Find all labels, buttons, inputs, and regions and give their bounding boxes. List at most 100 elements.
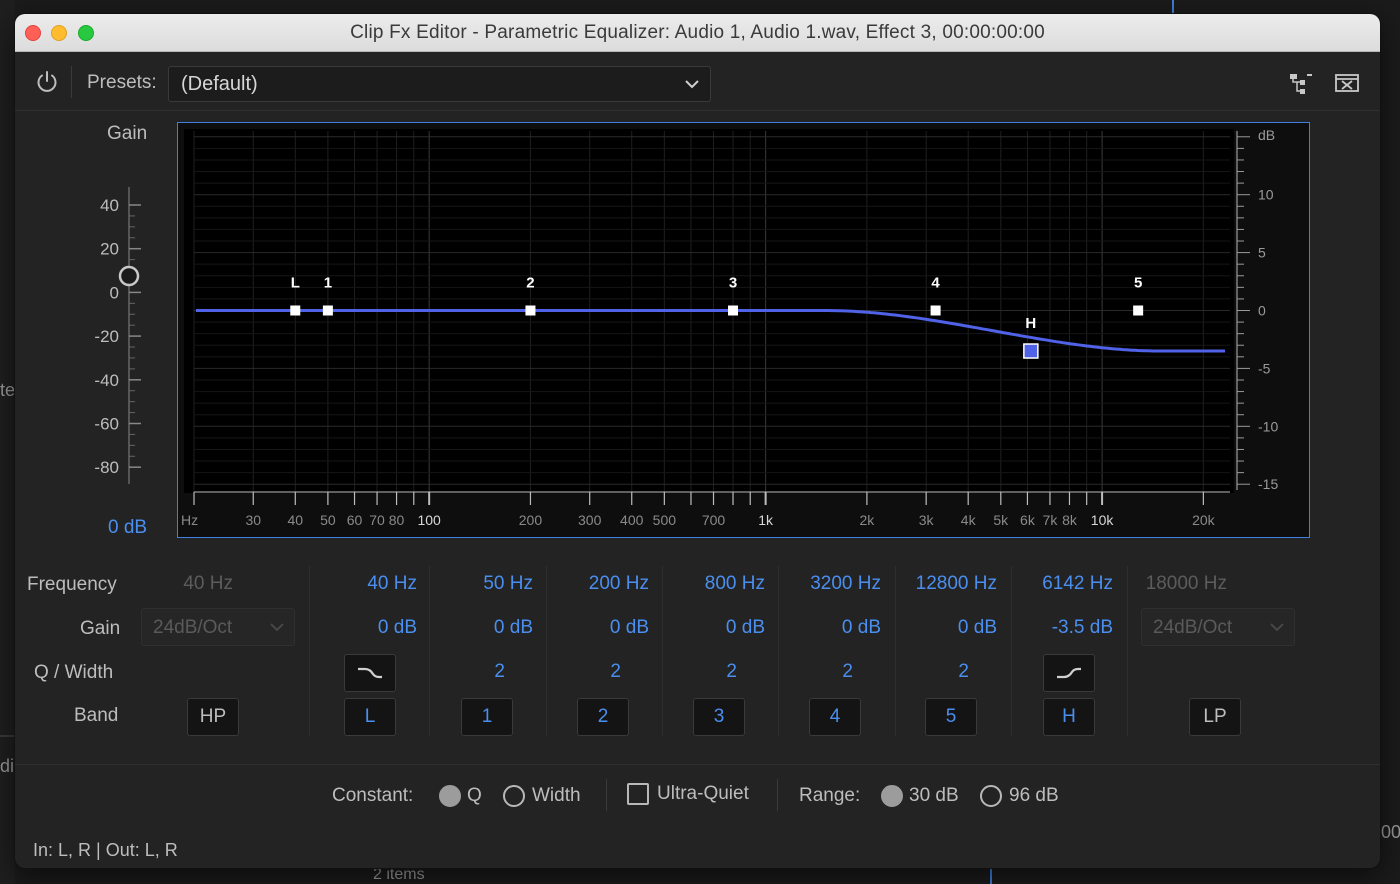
constant-q-radio[interactable] — [439, 785, 461, 807]
constant-width-radio[interactable] — [503, 785, 525, 807]
save-preset-icon[interactable] — [1288, 72, 1314, 96]
band-button-h[interactable]: H — [1043, 698, 1095, 736]
ultra-quiet-checkbox[interactable] — [627, 783, 649, 805]
band-l-shape-button[interactable] — [344, 654, 396, 692]
gain-tick-label: 20 — [100, 240, 119, 259]
frequency-tick-label: Hz — [181, 512, 198, 528]
master-gain-slider[interactable]: 40 20 0 -20 -40 -60 -80 — [75, 154, 185, 504]
column-divider — [546, 566, 547, 736]
lp-slope-value: 24dB/Oct — [1153, 617, 1233, 638]
band-2-q[interactable]: 2 — [559, 661, 621, 683]
background-playhead — [1172, 0, 1174, 14]
band-h-gain[interactable]: -3.5 dB — [1023, 617, 1113, 639]
band-2-gain[interactable]: 0 dB — [559, 617, 649, 639]
frequency-tick-label: 5k — [993, 512, 1009, 528]
chevron-down-icon — [1270, 623, 1284, 632]
band-h-shape-button[interactable] — [1043, 654, 1095, 692]
gain-tick-label: -20 — [94, 327, 119, 346]
frequency-tick-label: 50 — [320, 512, 336, 528]
eq-node-handle[interactable] — [728, 305, 739, 316]
band-button-lp[interactable]: LP — [1189, 698, 1241, 736]
eq-node-handle[interactable] — [322, 305, 333, 316]
background-text-right: 00: — [1381, 822, 1400, 842]
band-4-frequency[interactable]: 3200 Hz — [781, 573, 881, 595]
band-h-frequency[interactable]: 6142 Hz — [1023, 573, 1113, 595]
range-30db-label[interactable]: 30 dB — [909, 785, 959, 807]
eq-node-label: L — [291, 275, 300, 292]
hp-slope-value: 24dB/Oct — [153, 617, 233, 638]
constant-label: Constant: — [332, 785, 414, 806]
eq-node-handle[interactable] — [1023, 343, 1039, 359]
presets-label: Presets: — [87, 72, 157, 93]
db-tick-label: 0 — [1258, 303, 1266, 319]
column-divider — [778, 566, 779, 736]
frequency-tick-label: 80 — [389, 512, 405, 528]
band-button-l[interactable]: L — [344, 698, 396, 736]
options-divider — [15, 764, 1380, 765]
band-button-2[interactable]: 2 — [577, 698, 629, 736]
frequency-tick-label: 4k — [961, 512, 977, 528]
band-l-gain[interactable]: 0 dB — [327, 617, 417, 639]
db-tick-label: 10 — [1258, 187, 1274, 203]
band-4-gain[interactable]: 0 dB — [791, 617, 881, 639]
presets-dropdown[interactable]: (Default) — [168, 66, 711, 102]
eq-node-handle[interactable] — [930, 305, 941, 316]
power-icon[interactable] — [35, 70, 59, 94]
db-tick-label: -15 — [1258, 476, 1278, 492]
background-text-left-1: te — [0, 380, 16, 400]
band-3-frequency[interactable]: 800 Hz — [675, 573, 765, 595]
background-divider — [0, 735, 15, 737]
hp-frequency[interactable]: 40 Hz — [155, 573, 233, 595]
delete-preset-icon[interactable] — [1335, 73, 1359, 93]
ultra-quiet-label[interactable]: Ultra-Quiet — [657, 783, 749, 805]
range-96db-radio[interactable] — [980, 785, 1002, 807]
band-1-frequency[interactable]: 50 Hz — [443, 573, 533, 595]
range-30db-radio[interactable] — [881, 785, 903, 807]
q-width-row-label: Q / Width — [34, 662, 114, 683]
band-5-q[interactable]: 2 — [907, 661, 969, 683]
constant-q-label[interactable]: Q — [467, 785, 482, 807]
gain-row-label: Gain — [80, 618, 121, 639]
band-button-4[interactable]: 4 — [809, 698, 861, 736]
band-4-q[interactable]: 2 — [791, 661, 853, 683]
band-button-hp[interactable]: HP — [187, 698, 239, 736]
lp-slope-dropdown[interactable]: 24dB/Oct — [1141, 608, 1295, 646]
frequency-tick-label: 30 — [245, 512, 261, 528]
band-1-gain[interactable]: 0 dB — [443, 617, 533, 639]
band-3-q[interactable]: 2 — [675, 661, 737, 683]
lp-frequency[interactable]: 18000 Hz — [1133, 573, 1227, 595]
gain-slider-handle[interactable] — [118, 265, 140, 287]
eq-node-label: 3 — [729, 275, 737, 292]
band-2-frequency[interactable]: 200 Hz — [559, 573, 649, 595]
gain-readout[interactable]: 0 dB — [108, 517, 147, 539]
column-divider — [895, 566, 896, 736]
frequency-tick-label: 500 — [653, 512, 677, 528]
band-button-1[interactable]: 1 — [461, 698, 513, 736]
frequency-tick-label: 700 — [702, 512, 726, 528]
eq-graph[interactable]: Hz 30 40 50 60 70 80 100 200 300 400 500 700 1k 2k 3k 4k… — [177, 122, 1310, 538]
gain-tick-label: 0 — [110, 283, 119, 302]
band-1-q[interactable]: 2 — [443, 661, 505, 683]
chevron-down-icon — [270, 623, 284, 632]
frequency-tick-label: 300 — [578, 512, 602, 528]
db-tick-label: -5 — [1258, 360, 1271, 376]
band-l-frequency[interactable]: 40 Hz — [327, 573, 417, 595]
toolbar: Presets: (Default) — [15, 52, 1380, 111]
band-5-frequency[interactable]: 12800 Hz — [897, 573, 997, 595]
band-button-3[interactable]: 3 — [693, 698, 745, 736]
band-button-5[interactable]: 5 — [925, 698, 977, 736]
hp-slope-dropdown[interactable]: 24dB/Oct — [141, 608, 295, 646]
db-tick-label: -10 — [1258, 418, 1278, 434]
chevron-down-icon — [685, 80, 699, 89]
band-3-gain[interactable]: 0 dB — [675, 617, 765, 639]
db-axis-unit: dB — [1258, 127, 1275, 143]
column-divider — [662, 566, 663, 736]
eq-node-handle[interactable] — [525, 305, 536, 316]
band-5-gain[interactable]: 0 dB — [907, 617, 997, 639]
title-bar[interactable]: Clip Fx Editor - Parametric Equalizer: A… — [15, 14, 1380, 52]
eq-node-handle[interactable] — [290, 305, 301, 316]
constant-width-label[interactable]: Width — [532, 785, 581, 807]
range-96db-label[interactable]: 96 dB — [1009, 785, 1059, 807]
eq-node-handle[interactable] — [1133, 305, 1144, 316]
eq-node-label: 2 — [526, 275, 534, 292]
